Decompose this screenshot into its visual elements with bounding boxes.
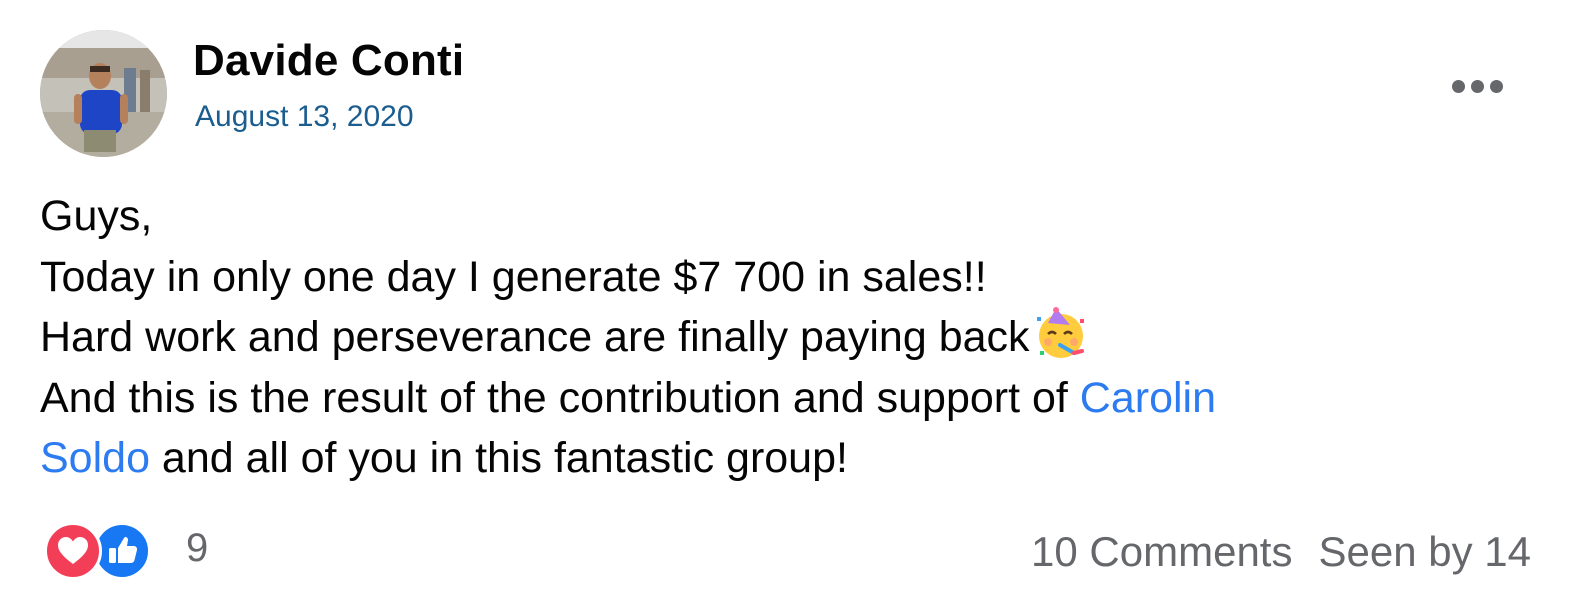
post-date[interactable]: August 13, 2020 [195,100,414,134]
post-line-text: Hard work and perseverance are finally p… [40,313,1030,361]
comments-count-link[interactable]: 10 Comments [1031,528,1292,576]
reaction-count: 9 [186,526,209,570]
post-line: Guys, [40,192,153,240]
post-line: And this is the result of the contributi… [40,368,1540,429]
post-line-text: And this is the result of the contributi… [40,373,1080,422]
heart-reaction-icon [44,522,102,580]
post-line: Today in only one day I generate $7 700 … [40,252,987,301]
mention-link[interactable]: Soldo [40,434,150,482]
more-dot [1470,79,1484,93]
more-options-button[interactable] [1446,70,1508,102]
author-name[interactable]: Davide Conti [193,36,464,86]
more-dot [1489,79,1503,93]
mention-link[interactable]: Carolin [1080,374,1216,422]
group-post: Davide Conti August 13, 2020 Guys, Today… [0,0,1583,607]
post-stats: 10 Comments Seen by 14 [1031,528,1531,576]
author-avatar[interactable] [40,30,167,157]
post-line: Soldo and all of you in this fantastic g… [40,428,1540,489]
more-horizontal-icon [1451,79,1465,93]
reactions-summary[interactable]: 9 [44,522,244,582]
post-line: Hard work and perseverance are finally p… [40,307,1540,368]
post-body: Guys, Today in only one day I generate $… [40,186,1540,489]
post-line-text: and all of you in this fantastic group! [149,434,848,482]
partying-face-icon [1034,307,1088,361]
seen-by-count[interactable]: Seen by 14 [1318,528,1531,576]
